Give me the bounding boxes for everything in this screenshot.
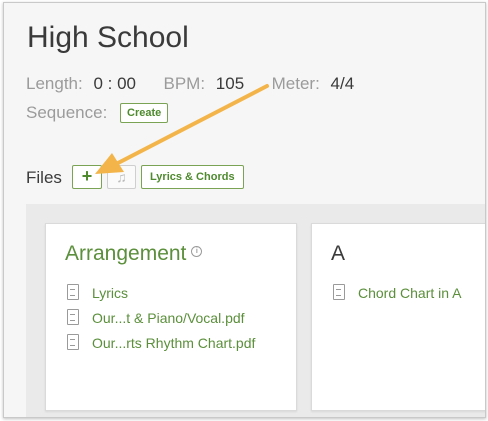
arrangement-file-list: Lyrics Our...t & Piano/Vocal.pdf Our...r… — [67, 284, 255, 359]
chord-chart-icon — [333, 284, 345, 300]
files-label: Files — [26, 168, 62, 187]
sequence-row: Sequence: Create — [26, 103, 169, 123]
song-meta: Length: 0 : 00 BPM: 105 Meter: 4/4 — [26, 74, 354, 94]
file-name[interactable]: Our...t & Piano/Vocal.pdf — [92, 310, 245, 326]
arrangements-panel: Arrangement i Lyrics Our...t & Piano/Voca… — [26, 204, 485, 417]
lyrics-chords-button[interactable]: Lyrics & Chords — [141, 165, 244, 189]
file-name[interactable]: Lyrics — [92, 285, 128, 301]
file-name[interactable]: Our...rts Rhythm Chart.pdf — [92, 335, 255, 351]
key-title[interactable]: A — [331, 242, 345, 266]
document-icon — [67, 284, 79, 300]
list-item[interactable]: Chord Chart in A — [333, 284, 462, 309]
arrangement-card[interactable]: Arrangement i Lyrics Our...t & Piano/Voca… — [45, 223, 297, 411]
song-details-window: High School Length: 0 : 00 BPM: 105 Mete… — [3, 2, 486, 418]
key-card[interactable]: A Chord Chart in A — [311, 223, 485, 411]
file-name[interactable]: Chord Chart in A — [358, 285, 462, 301]
key-file-list: Chord Chart in A — [333, 284, 462, 309]
pdf-icon — [67, 309, 79, 325]
song-title: High School — [27, 21, 189, 54]
info-icon[interactable]: i — [191, 246, 203, 257]
music-note-icon: ♫ — [116, 169, 127, 185]
list-item[interactable]: Our...t & Piano/Vocal.pdf — [67, 309, 255, 334]
sequence-label: Sequence: — [26, 103, 108, 122]
bpm-value: 105 — [215, 74, 245, 93]
length-label: Length: — [26, 74, 83, 93]
meter-label: Meter: — [271, 74, 320, 93]
list-item[interactable]: Lyrics — [67, 284, 255, 309]
list-item[interactable]: Our...rts Rhythm Chart.pdf — [67, 334, 255, 359]
arrangement-title[interactable]: Arrangement i — [65, 242, 203, 266]
pdf-icon — [67, 334, 79, 350]
bpm-label: BPM: — [163, 74, 206, 93]
create-sequence-button[interactable]: Create — [120, 103, 169, 123]
meter-value: 4/4 — [330, 74, 355, 93]
length-value: 0 : 00 — [93, 74, 137, 93]
add-file-button[interactable]: + — [72, 165, 102, 189]
add-audio-button[interactable]: ♫ — [107, 165, 136, 189]
